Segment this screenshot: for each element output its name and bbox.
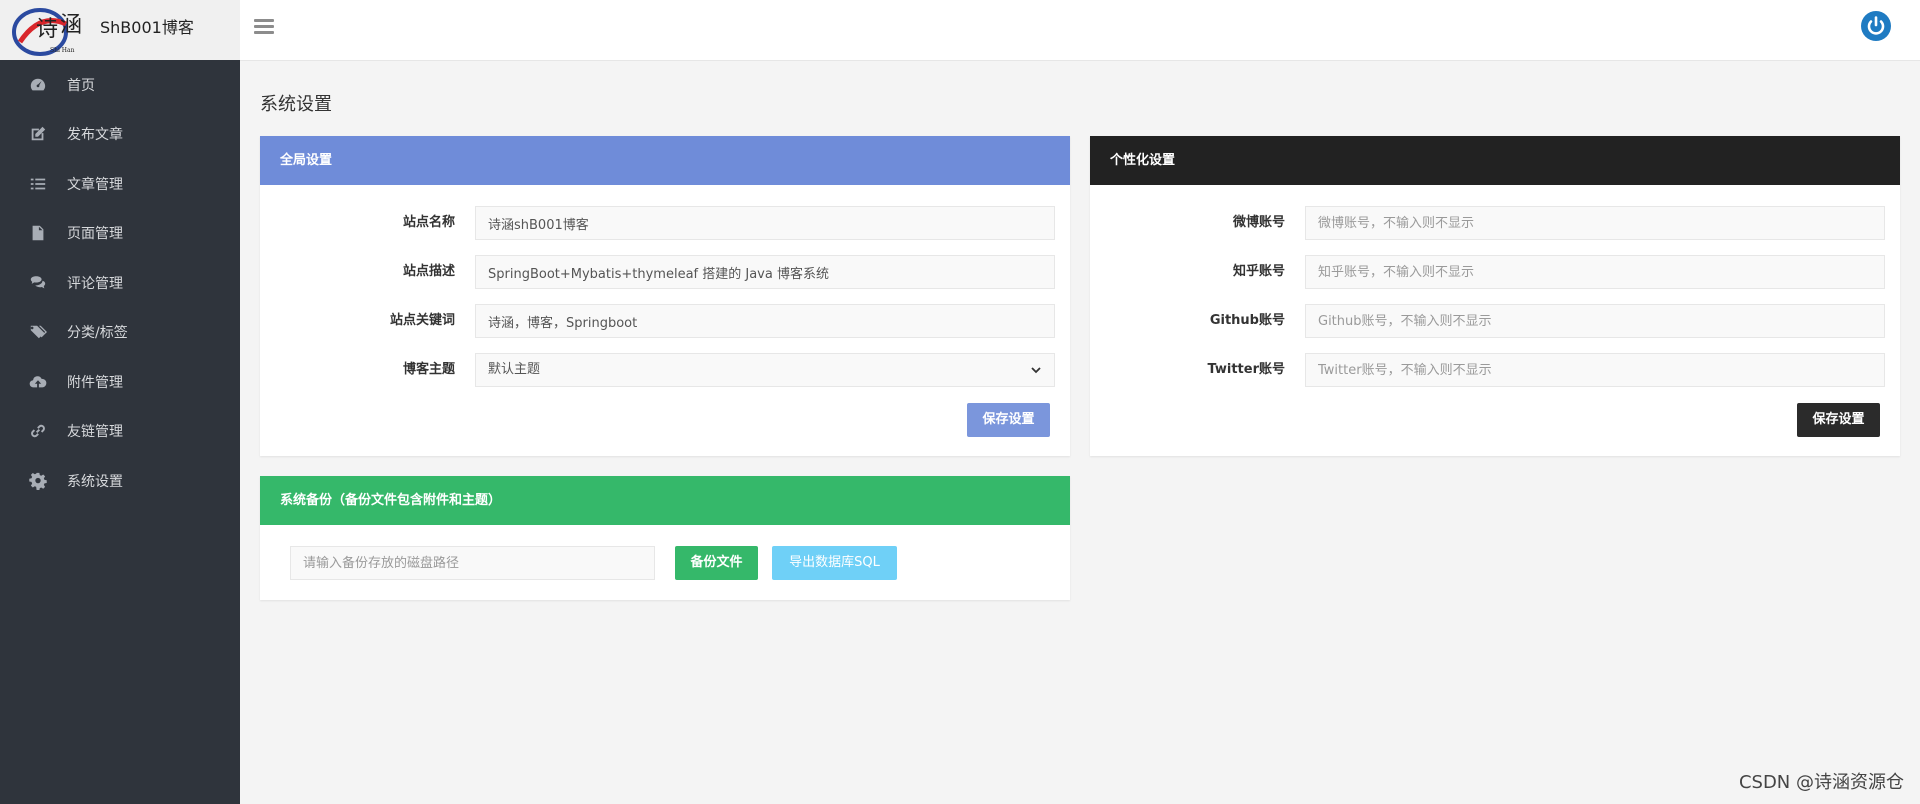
top-bar	[240, 0, 1920, 61]
site-name: ShB001博客	[100, 18, 194, 37]
sidebar-item-comments[interactable]: 评论管理	[0, 258, 240, 308]
sidebar-item-label: 系统设置	[67, 473, 123, 490]
blog-theme-value: 默认主题	[488, 362, 541, 377]
site-name-input[interactable]	[475, 206, 1055, 240]
zhihu-row: 知乎账号	[1090, 255, 1900, 289]
site-desc-row: 站点描述	[260, 255, 1070, 289]
sidebar-item-label: 评论管理	[67, 275, 123, 292]
backup-panel: 系统备份（备份文件包含附件和主题） 备份文件 导出数据库SQL	[260, 476, 1070, 600]
watermark: CSDN @诗涵资源仓	[1738, 772, 1904, 793]
tags-icon	[28, 323, 48, 341]
twitter-input[interactable]	[1305, 353, 1885, 387]
dashboard-icon	[28, 76, 48, 94]
sidebar-item-label: 附件管理	[67, 374, 123, 391]
github-label: Github账号	[1209, 313, 1285, 328]
sidebar-item-publish[interactable]: 发布文章	[0, 110, 240, 160]
gear-icon	[28, 472, 48, 490]
sidebar-nav: 首页 发布文章 文章管理 页面管理 评论管理 分类/标签 附件管理 友链管理 系…	[0, 60, 240, 506]
svg-text:Shi Han: Shi Han	[50, 47, 75, 54]
site-keywords-label: 站点关键词	[389, 313, 455, 328]
site-desc-label: 站点描述	[402, 264, 455, 279]
weibo-row: 微博账号	[1090, 206, 1900, 240]
sidebar-item-label: 分类/标签	[67, 325, 128, 342]
global-settings-panel: 全局设置 站点名称 站点描述 站点关键词 博客主题 默认主题 保存设置	[260, 136, 1070, 456]
global-save-button[interactable]: 保存设置	[967, 403, 1050, 437]
file-icon	[28, 224, 48, 242]
weibo-label: 微博账号	[1232, 215, 1285, 230]
blog-theme-label: 博客主题	[402, 362, 455, 377]
link-icon	[28, 422, 48, 440]
site-name-label: 站点名称	[402, 215, 455, 230]
twitter-label: Twitter账号	[1207, 362, 1285, 377]
twitter-row: Twitter账号	[1090, 353, 1900, 387]
sidebar-item-label: 发布文章	[67, 127, 123, 144]
personal-settings-panel: 个性化设置 微博账号 知乎账号 Github账号 Twitter账号 保存设置	[1090, 136, 1900, 456]
sidebar-item-home[interactable]: 首页	[0, 60, 240, 110]
sidebar-item-links[interactable]: 友链管理	[0, 407, 240, 457]
blog-theme-row: 博客主题 默认主题	[260, 353, 1070, 387]
sidebar: 诗 涵 Shi Han ShB001博客 首页 发布文章 文章管理 页面管理 评…	[0, 0, 240, 804]
blog-theme-select[interactable]: 默认主题	[475, 353, 1055, 387]
site-keywords-row: 站点关键词	[260, 304, 1070, 338]
power-icon[interactable]	[1860, 10, 1892, 42]
cloud-upload-icon	[28, 373, 48, 391]
backup-files-button[interactable]: 备份文件	[675, 546, 758, 580]
list-icon	[28, 175, 48, 193]
zhihu-label: 知乎账号	[1232, 264, 1285, 279]
sidebar-item-articles[interactable]: 文章管理	[0, 159, 240, 209]
site-keywords-input[interactable]	[475, 304, 1055, 338]
sidebar-item-label: 文章管理	[67, 176, 123, 193]
zhihu-input[interactable]	[1305, 255, 1885, 289]
global-settings-header: 全局设置	[260, 136, 1070, 185]
sidebar-item-categories[interactable]: 分类/标签	[0, 308, 240, 358]
sidebar-item-label: 首页	[67, 77, 95, 94]
svg-text:涵: 涵	[60, 13, 82, 38]
github-row: Github账号	[1090, 304, 1900, 338]
page-title: 系统设置	[260, 94, 332, 115]
svg-text:诗: 诗	[36, 17, 58, 42]
logo-area: 诗 涵 Shi Han ShB001博客	[0, 0, 240, 60]
edit-icon	[28, 125, 48, 143]
github-input[interactable]	[1305, 304, 1885, 338]
site-desc-input[interactable]	[475, 255, 1055, 289]
export-sql-button[interactable]: 导出数据库SQL	[772, 546, 897, 580]
menu-toggle-icon[interactable]	[254, 16, 274, 36]
chevron-down-icon	[1031, 367, 1041, 374]
personal-save-button[interactable]: 保存设置	[1797, 403, 1880, 437]
sidebar-item-settings[interactable]: 系统设置	[0, 456, 240, 506]
backup-path-input[interactable]	[290, 546, 655, 580]
backup-header: 系统备份（备份文件包含附件和主题）	[260, 476, 1070, 525]
weibo-input[interactable]	[1305, 206, 1885, 240]
site-name-row: 站点名称	[260, 206, 1070, 240]
sidebar-item-pages[interactable]: 页面管理	[0, 209, 240, 259]
sidebar-item-attachments[interactable]: 附件管理	[0, 357, 240, 407]
site-logo: 诗 涵 Shi Han	[12, 8, 82, 56]
personal-settings-header: 个性化设置	[1090, 136, 1900, 185]
sidebar-item-label: 页面管理	[67, 226, 123, 243]
sidebar-item-label: 友链管理	[67, 424, 123, 441]
comments-icon	[28, 274, 48, 292]
